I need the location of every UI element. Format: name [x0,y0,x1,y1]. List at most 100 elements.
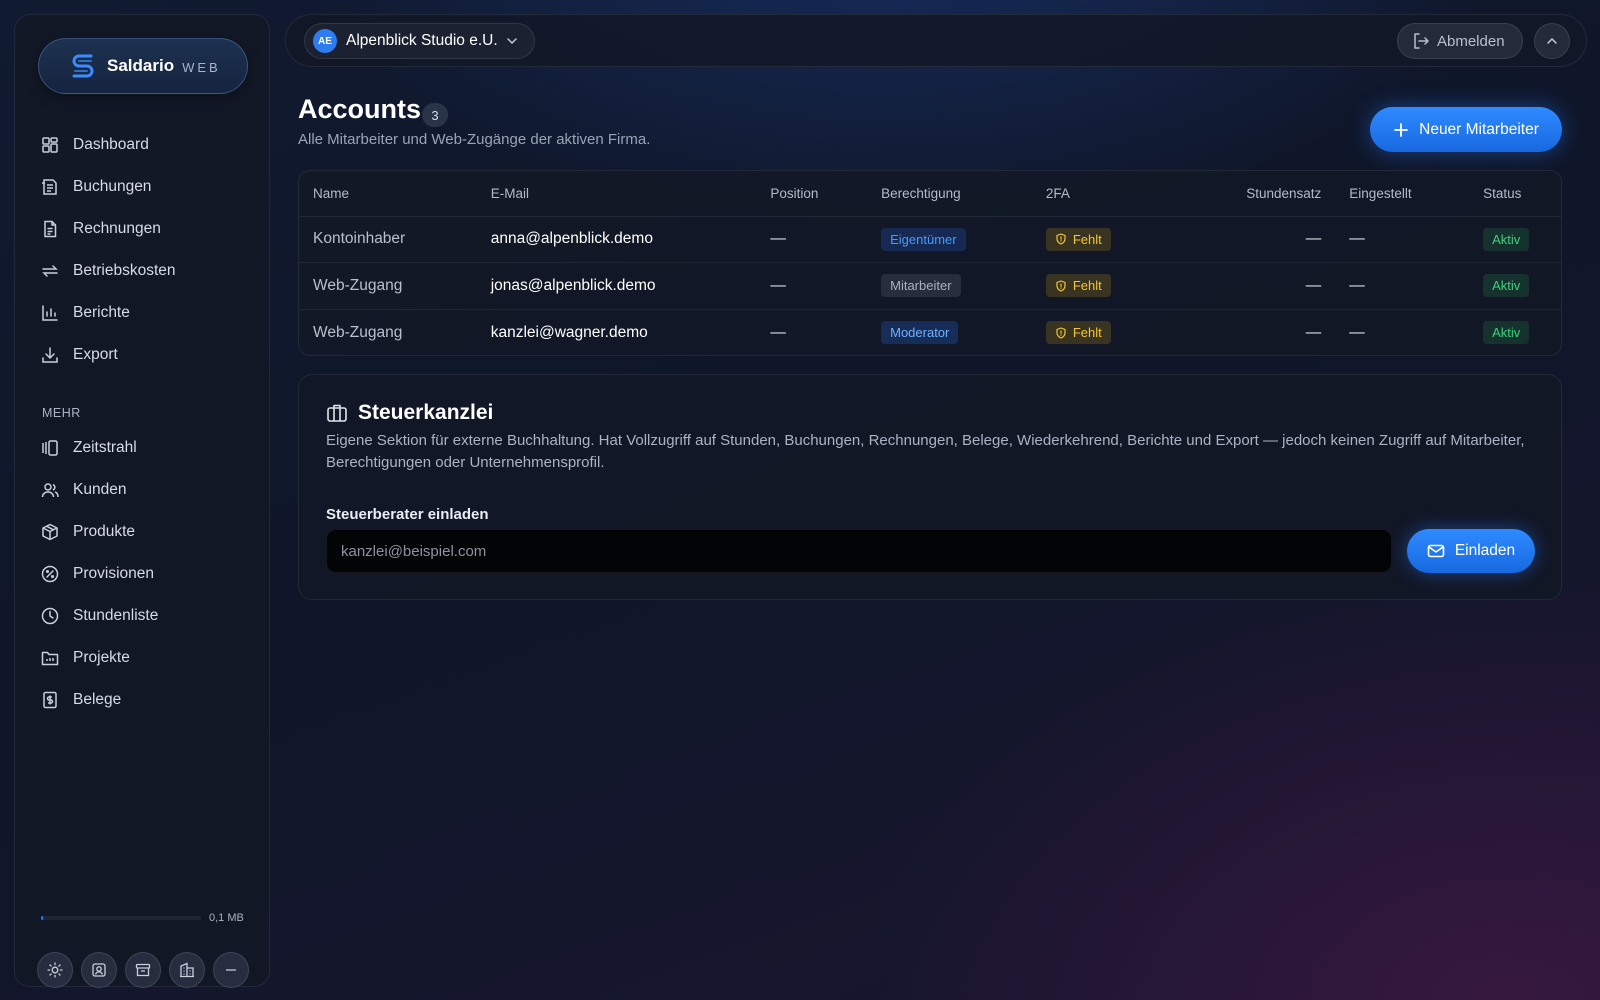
cell-permission: Mitarbeiter [867,262,1032,309]
cell-position: — [756,308,868,355]
cell-name: Web-Zugang [299,308,477,355]
company-switcher[interactable]: AE Alpenblick Studio e.U. [304,23,535,59]
column-header-permission[interactable]: Berechtigung [867,171,1032,216]
cell-hired: — [1335,262,1470,309]
sidebar-item-belege[interactable]: Belege [25,679,261,721]
table-header-row: Name E-Mail Position Berechtigung 2FA St… [299,171,1561,216]
sidebar-item-berichte[interactable]: Berichte [25,292,261,334]
status-badge: Aktiv [1483,274,1530,298]
cell-hired: — [1335,308,1470,355]
topbar: AE Alpenblick Studio e.U. Abmelden [285,14,1587,67]
company-avatar: AE [313,29,337,53]
sidebar-item-label: Zeitstrahl [73,439,137,456]
cell-status: Aktiv [1469,215,1561,263]
cell-permission: Moderator [867,308,1032,355]
status-badge: Aktiv [1483,321,1530,344]
new-employee-button[interactable]: Neuer Mitarbeiter [1370,107,1562,152]
2fa-badge-label: Fehlt [1072,325,1102,340]
sidebar-item-label: Kunden [73,481,127,498]
folder-icon [41,651,59,666]
briefcase-icon [327,404,347,422]
storage-bar-fill [41,916,43,920]
tax-advisor-description: Eigene Sektion für externe Buchhaltung. … [326,432,1525,471]
sidebar-item-label: Projekte [73,649,130,666]
sidebar-item-betriebskosten[interactable]: Betriebskosten [25,250,261,292]
storage-text: 0,1 MB [209,912,244,924]
tax-advisor-email-input[interactable] [326,529,1392,573]
cell-2fa: Fehlt [1031,262,1210,309]
invite-button[interactable]: Einladen [1407,529,1535,573]
storage-bar [41,916,201,920]
sidebar-item-label: Berichte [73,304,130,321]
cell-position: — [756,215,868,263]
column-header-2fa[interactable]: 2FA [1032,171,1210,216]
box-icon [42,523,58,541]
mail-icon [1427,544,1445,558]
sidebar-item-zeitstrahl[interactable]: Zeitstrahl [25,427,261,469]
logout-icon [1414,33,1429,49]
sidebar-item-label: Belege [73,691,122,708]
cell-permission: Eigentümer [867,215,1032,263]
sidebar-item-dashboard[interactable]: Dashboard [25,124,261,166]
invite-label: Steuerberater einladen [326,506,489,523]
chevron-up-icon [1547,37,1557,44]
main-nav: Dashboard Buchungen Rechnungen Betriebsk… [25,124,261,376]
cell-2fa: Fehlt [1031,215,1210,263]
building-icon [180,962,194,978]
column-header-name[interactable]: Name [299,171,477,216]
sidebar-item-label: Produkte [73,523,136,540]
2fa-badge: Fehlt [1045,227,1111,251]
accounts-table-card: Name E-Mail Position Berechtigung 2FA St… [298,170,1562,356]
column-header-hired[interactable]: Eingestellt [1335,171,1469,216]
sun-icon [47,962,63,978]
table-row[interactable]: Web-Zugang jonas@alpenblick.demo — Mitar… [299,262,1561,309]
cell-name: Kontoinhaber [299,215,477,263]
column-header-status[interactable]: Status [1469,171,1561,216]
sidebar-item-produkte[interactable]: Produkte [25,511,261,553]
sidebar-item-label: Rechnungen [73,220,161,237]
tax-advisor-heading: Steuerkanzlei [326,401,493,425]
sidebar: Saldario WEB Dashboard Buchungen Rechnun… [14,14,270,988]
sidebar-item-kunden[interactable]: Kunden [25,469,261,511]
column-header-position[interactable]: Position [756,171,867,216]
cell-email: kanzlei@wagner.demo [476,308,757,355]
sidebar-item-export[interactable]: Export [25,334,261,376]
invoice-icon [44,220,57,238]
bookings-icon [42,179,57,195]
users-icon [41,483,59,498]
minimize-button[interactable] [213,952,249,988]
timeline-icon [42,440,58,456]
theme-toggle-button[interactable] [37,952,73,988]
cell-position: — [756,262,868,309]
sidebar-item-stundenliste[interactable]: Stundenliste [25,595,261,637]
brand-logo-icon [72,54,94,78]
permission-badge: Eigentümer [881,227,966,251]
company-button[interactable] [169,952,205,988]
receipt-icon [43,691,57,709]
cell-hourly-rate: — [1209,262,1336,309]
sidebar-item-buchungen[interactable]: Buchungen [25,166,261,208]
2fa-badge: Fehlt [1045,321,1111,344]
section-label-more: MEHR [42,406,81,420]
brand-logo-pill[interactable]: Saldario WEB [38,38,248,94]
percent-icon [41,565,59,583]
sidebar-item-provisionen[interactable]: Provisionen [25,553,261,595]
logout-label: Abmelden [1437,32,1505,50]
page-subtitle: Alle Mitarbeiter und Web-Zugänge der akt… [298,131,651,148]
shield-warning-icon [1056,326,1066,339]
invite-button-label: Einladen [1454,542,1516,559]
collapse-button[interactable] [1534,23,1570,59]
column-header-hourly-rate[interactable]: Stundensatz [1209,171,1335,216]
profile-button[interactable] [81,952,117,988]
cell-name: Web-Zugang [299,262,477,309]
table-row[interactable]: Kontoinhaber anna@alpenblick.demo — Eige… [299,215,1561,263]
cell-email: anna@alpenblick.demo [476,215,757,263]
clock-icon [41,607,59,625]
table-row[interactable]: Web-Zugang kanzlei@wagner.demo — Moderat… [299,308,1561,355]
shield-warning-icon [1056,233,1066,245]
column-header-email[interactable]: E-Mail [477,171,757,216]
sidebar-item-rechnungen[interactable]: Rechnungen [25,208,261,250]
logout-button[interactable]: Abmelden [1397,23,1523,59]
sidebar-item-projekte[interactable]: Projekte [25,637,261,679]
archive-button[interactable] [125,952,161,988]
